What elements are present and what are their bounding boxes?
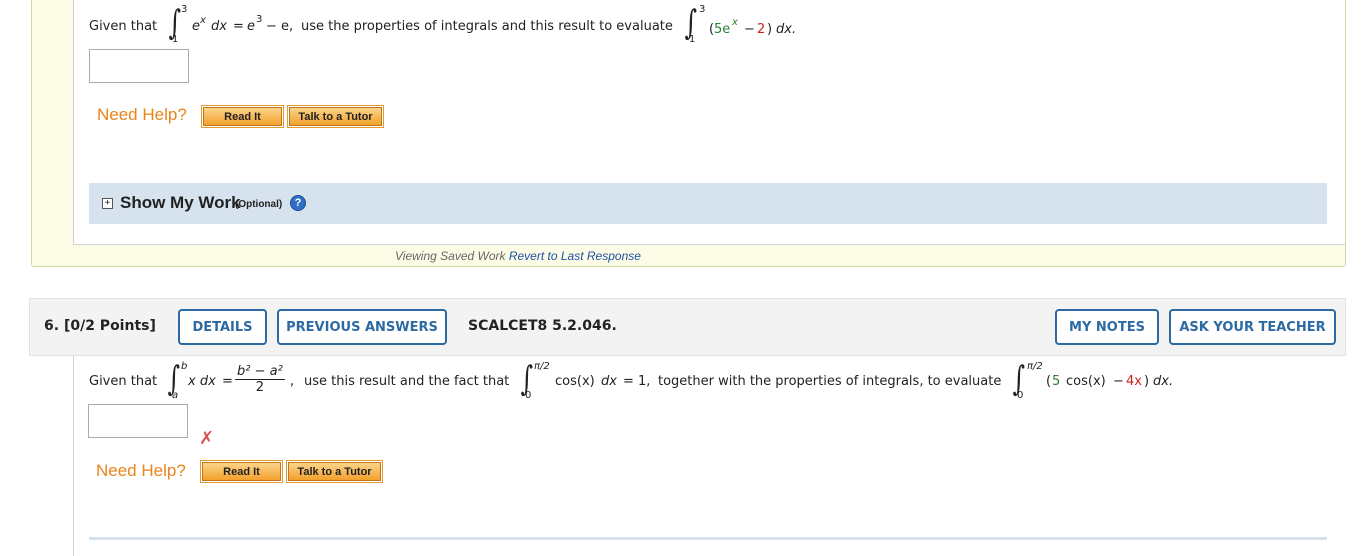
q6-int3-coef: 5	[1052, 374, 1061, 389]
my-notes-button[interactable]: MY NOTES	[1055, 309, 1159, 345]
q5-need-help-label: Need Help?	[97, 105, 187, 124]
q5-int2-close: )	[767, 22, 773, 37]
q6-int3-dx: dx.	[1153, 374, 1174, 389]
q6-int2-upper: π/2	[534, 361, 550, 372]
help-question-icon[interactable]: ?	[290, 195, 306, 211]
q5-int2-const: 2	[757, 22, 766, 37]
q6-answer-input[interactable]	[88, 404, 188, 438]
q6-int3-lower: 0	[1017, 390, 1024, 401]
q6-int2-eq: = 1,	[623, 374, 651, 389]
q6-int3-cos: cos(x)	[1066, 374, 1106, 389]
q5-int2-dx: dx.	[776, 22, 797, 37]
q6-int2-lower: 0	[525, 390, 532, 401]
q6-points: [0/2 Points]	[63, 318, 156, 334]
q5-int1-rhs-sup: 3	[256, 14, 263, 25]
q6-int1-upper: b	[181, 361, 188, 372]
q6-number: 6.	[44, 318, 60, 334]
q5-int1-integrand: e	[192, 19, 200, 34]
q6-need-help-label: Need Help?	[96, 461, 186, 480]
q5-read-it-button[interactable]: Read It	[202, 106, 283, 127]
saved-work-status: Viewing Saved Work Revert to Last Respon…	[395, 249, 641, 263]
q5-int1-rhs-e: e	[247, 19, 255, 34]
q6-int1-integrand: x dx	[188, 374, 216, 389]
expand-plus-icon[interactable]: +	[102, 198, 113, 209]
show-my-work-optional: (Optional)	[235, 199, 283, 210]
show-my-work-bar[interactable]: + Show My Work (Optional) ?	[89, 183, 1327, 224]
q6-int3-term: 4x	[1126, 374, 1142, 389]
q6-instruction-2: together with the properties of integral…	[658, 374, 1002, 389]
q5-int2-minus: −	[744, 22, 755, 37]
q6-int2-cos: cos(x)	[555, 374, 595, 389]
q5-int2-lower: 1	[689, 34, 696, 45]
q6-read-it-button[interactable]: Read It	[201, 461, 282, 482]
q5-given-label: Given that	[89, 19, 158, 34]
q5-talk-tutor-button[interactable]: Talk to a Tutor	[288, 106, 383, 127]
q6-int1-eq: =	[222, 374, 233, 389]
q5-int1-rhs-rest: − e,	[266, 19, 294, 34]
q6-int3-minus: −	[1113, 374, 1124, 389]
q6-fraction-numerator: b² − a²	[235, 364, 285, 380]
q5-int1-upper: 3	[181, 4, 188, 15]
saved-work-label: Viewing Saved Work	[395, 249, 506, 263]
q5-int2-coef-sup: x	[732, 17, 738, 28]
q5-answer-input[interactable]	[89, 49, 189, 83]
q6-instruction-1: use this result and the fact that	[304, 374, 510, 389]
q6-number-points: 6. [0/2 Points]	[44, 318, 156, 334]
q6-problem-code: SCALCET8 5.2.046.	[468, 318, 617, 334]
q5-int2-coef: 5e	[714, 22, 731, 37]
q6-talk-tutor-button[interactable]: Talk to a Tutor	[287, 461, 382, 482]
details-button[interactable]: DETAILS	[178, 309, 267, 345]
q6-int3-open: (	[1046, 374, 1052, 389]
q5-int2-upper: 3	[699, 4, 706, 15]
q5-int1-lower: 1	[172, 34, 179, 45]
previous-answers-button[interactable]: PREVIOUS ANSWERS	[277, 309, 447, 345]
ask-your-teacher-button[interactable]: ASK YOUR TEACHER	[1169, 309, 1336, 345]
q6-fraction-denominator: 2	[255, 380, 265, 395]
q6-int1-lower: a	[172, 390, 179, 401]
show-my-work-title[interactable]: Show My Work	[120, 193, 241, 213]
q5-int1-integrand-sup: x	[200, 15, 206, 26]
q6-int2-dx: dx	[601, 374, 617, 389]
q6-int3-upper: π/2	[1027, 361, 1043, 372]
q6-int3-close: )	[1144, 374, 1150, 389]
q5-instruction: use the properties of integrals and this…	[301, 19, 673, 34]
revert-last-response-link[interactable]: Revert to Last Response	[509, 249, 641, 263]
q6-given-label: Given that	[89, 374, 158, 389]
q6-int1-comma: ,	[290, 374, 295, 389]
q6-fraction: b² − a² 2	[235, 364, 285, 395]
incorrect-x-icon: ✗	[199, 428, 215, 449]
q5-int1-dx: dx	[211, 19, 227, 34]
q5-int1-eq: =	[233, 19, 244, 34]
